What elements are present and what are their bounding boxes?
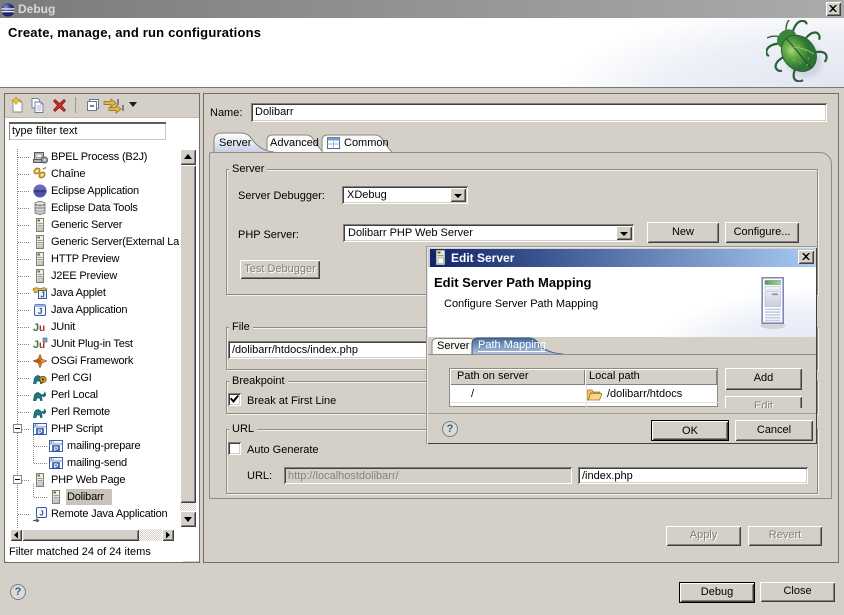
svg-text:J: J [40, 291, 44, 300]
svg-text:J: J [40, 509, 44, 518]
svg-text:J: J [38, 306, 43, 316]
svg-text:u: u [39, 323, 45, 334]
